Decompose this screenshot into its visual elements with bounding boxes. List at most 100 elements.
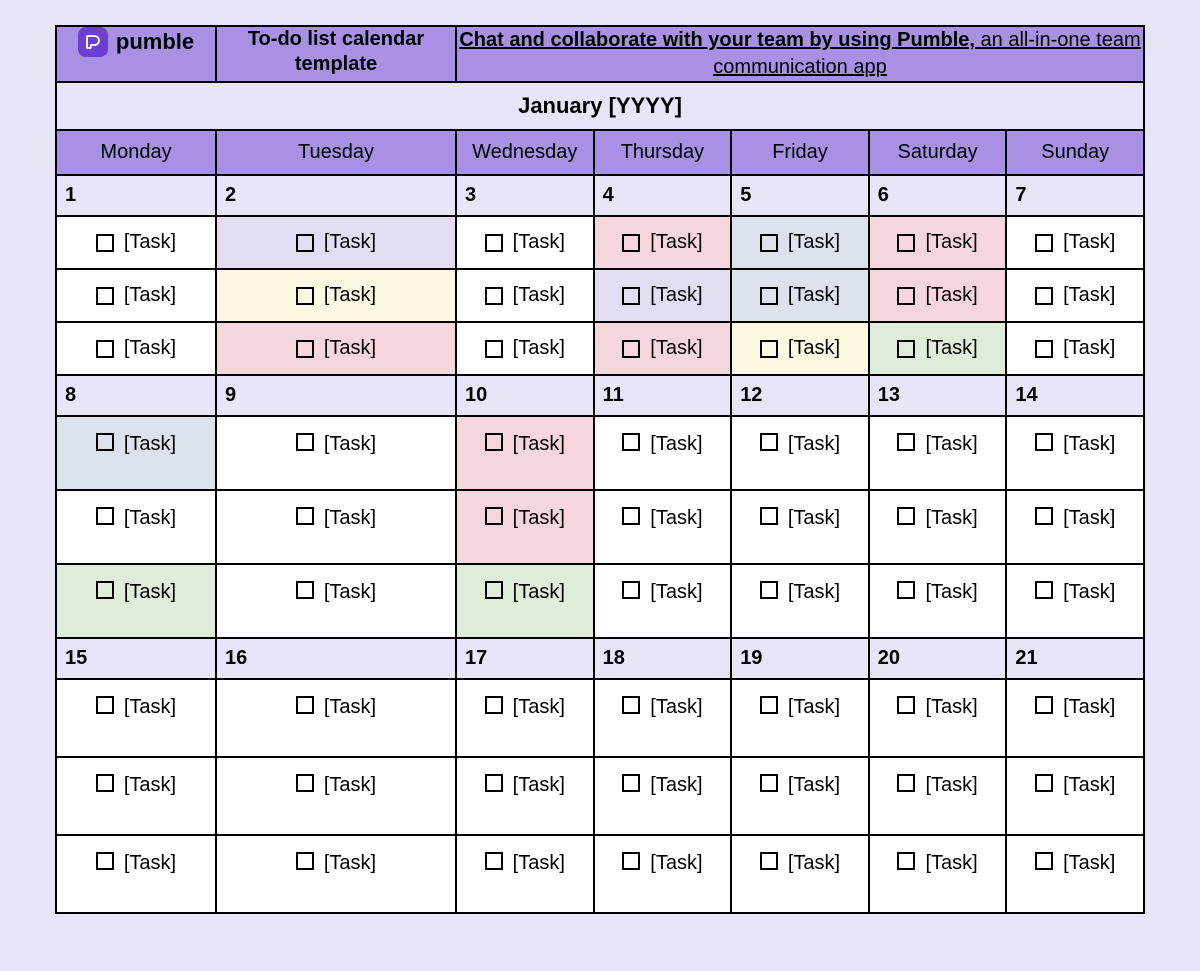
- checkbox-icon[interactable]: [1035, 234, 1053, 252]
- task-cell[interactable]: [Task]: [217, 565, 455, 637]
- checkbox-icon[interactable]: [1035, 774, 1053, 792]
- checkbox-icon[interactable]: [296, 696, 314, 714]
- checkbox-icon[interactable]: [485, 340, 503, 358]
- task-cell[interactable]: [Task]: [870, 323, 1006, 374]
- task-cell[interactable]: [Task]: [457, 270, 593, 321]
- checkbox-icon[interactable]: [760, 507, 778, 525]
- checkbox-icon[interactable]: [296, 340, 314, 358]
- checkbox-icon[interactable]: [1035, 581, 1053, 599]
- checkbox-icon[interactable]: [897, 234, 915, 252]
- checkbox-icon[interactable]: [760, 234, 778, 252]
- checkbox-icon[interactable]: [296, 774, 314, 792]
- task-cell[interactable]: [Task]: [732, 491, 868, 563]
- checkbox-icon[interactable]: [1035, 433, 1053, 451]
- checkbox-icon[interactable]: [485, 696, 503, 714]
- checkbox-icon[interactable]: [622, 696, 640, 714]
- task-cell[interactable]: [Task]: [457, 565, 593, 637]
- task-cell[interactable]: [Task]: [870, 417, 1006, 489]
- task-cell[interactable]: [Task]: [870, 270, 1006, 321]
- checkbox-icon[interactable]: [485, 507, 503, 525]
- task-cell[interactable]: [Task]: [732, 680, 868, 756]
- checkbox-icon[interactable]: [485, 433, 503, 451]
- checkbox-icon[interactable]: [760, 696, 778, 714]
- checkbox-icon[interactable]: [96, 852, 114, 870]
- checkbox-icon[interactable]: [622, 852, 640, 870]
- task-cell[interactable]: [Task]: [1007, 680, 1143, 756]
- task-cell[interactable]: [Task]: [732, 323, 868, 374]
- checkbox-icon[interactable]: [485, 581, 503, 599]
- task-cell[interactable]: [Task]: [1007, 565, 1143, 637]
- checkbox-icon[interactable]: [296, 433, 314, 451]
- checkbox-icon[interactable]: [1035, 340, 1053, 358]
- checkbox-icon[interactable]: [897, 340, 915, 358]
- task-cell[interactable]: [Task]: [57, 758, 215, 834]
- task-cell[interactable]: [Task]: [870, 758, 1006, 834]
- task-cell[interactable]: [Task]: [457, 758, 593, 834]
- checkbox-icon[interactable]: [96, 340, 114, 358]
- task-cell[interactable]: [Task]: [1007, 758, 1143, 834]
- checkbox-icon[interactable]: [1035, 507, 1053, 525]
- task-cell[interactable]: [Task]: [217, 270, 455, 321]
- checkbox-icon[interactable]: [296, 852, 314, 870]
- task-cell[interactable]: [Task]: [595, 270, 731, 321]
- task-cell[interactable]: [Task]: [595, 417, 731, 489]
- checkbox-icon[interactable]: [897, 433, 915, 451]
- checkbox-icon[interactable]: [296, 287, 314, 305]
- checkbox-icon[interactable]: [1035, 852, 1053, 870]
- task-cell[interactable]: [Task]: [870, 217, 1006, 268]
- task-cell[interactable]: [Task]: [595, 323, 731, 374]
- checkbox-icon[interactable]: [1035, 287, 1053, 305]
- checkbox-icon[interactable]: [760, 581, 778, 599]
- task-cell[interactable]: [Task]: [870, 836, 1006, 912]
- task-cell[interactable]: [Task]: [457, 491, 593, 563]
- checkbox-icon[interactable]: [96, 774, 114, 792]
- checkbox-icon[interactable]: [622, 234, 640, 252]
- task-cell[interactable]: [Task]: [595, 217, 731, 268]
- task-cell[interactable]: [Task]: [870, 680, 1006, 756]
- checkbox-icon[interactable]: [760, 433, 778, 451]
- task-cell[interactable]: [Task]: [1007, 836, 1143, 912]
- task-cell[interactable]: [Task]: [217, 491, 455, 563]
- checkbox-icon[interactable]: [760, 852, 778, 870]
- task-cell[interactable]: [Task]: [1007, 417, 1143, 489]
- task-cell[interactable]: [Task]: [217, 217, 455, 268]
- checkbox-icon[interactable]: [622, 340, 640, 358]
- task-cell[interactable]: [Task]: [1007, 323, 1143, 374]
- checkbox-icon[interactable]: [96, 433, 114, 451]
- task-cell[interactable]: [Task]: [217, 836, 455, 912]
- checkbox-icon[interactable]: [897, 581, 915, 599]
- task-cell[interactable]: [Task]: [217, 680, 455, 756]
- task-cell[interactable]: [Task]: [217, 323, 455, 374]
- checkbox-icon[interactable]: [760, 340, 778, 358]
- checkbox-icon[interactable]: [96, 696, 114, 714]
- task-cell[interactable]: [Task]: [595, 836, 731, 912]
- task-cell[interactable]: [Task]: [870, 491, 1006, 563]
- checkbox-icon[interactable]: [485, 234, 503, 252]
- task-cell[interactable]: [Task]: [57, 491, 215, 563]
- checkbox-icon[interactable]: [897, 507, 915, 525]
- task-cell[interactable]: [Task]: [57, 217, 215, 268]
- task-cell[interactable]: [Task]: [595, 758, 731, 834]
- task-cell[interactable]: [Task]: [217, 758, 455, 834]
- task-cell[interactable]: [Task]: [57, 836, 215, 912]
- checkbox-icon[interactable]: [296, 581, 314, 599]
- task-cell[interactable]: [Task]: [732, 565, 868, 637]
- task-cell[interactable]: [Task]: [732, 836, 868, 912]
- task-cell[interactable]: [Task]: [732, 758, 868, 834]
- task-cell[interactable]: [Task]: [57, 323, 215, 374]
- checkbox-icon[interactable]: [296, 234, 314, 252]
- checkbox-icon[interactable]: [622, 433, 640, 451]
- promo-link[interactable]: Chat and collaborate with your team by u…: [459, 29, 1140, 78]
- task-cell[interactable]: [Task]: [870, 565, 1006, 637]
- checkbox-icon[interactable]: [485, 852, 503, 870]
- checkbox-icon[interactable]: [96, 287, 114, 305]
- task-cell[interactable]: [Task]: [57, 565, 215, 637]
- checkbox-icon[interactable]: [760, 774, 778, 792]
- task-cell[interactable]: [Task]: [595, 565, 731, 637]
- checkbox-icon[interactable]: [96, 507, 114, 525]
- checkbox-icon[interactable]: [622, 774, 640, 792]
- checkbox-icon[interactable]: [760, 287, 778, 305]
- task-cell[interactable]: [Task]: [457, 417, 593, 489]
- task-cell[interactable]: [Task]: [1007, 217, 1143, 268]
- checkbox-icon[interactable]: [485, 287, 503, 305]
